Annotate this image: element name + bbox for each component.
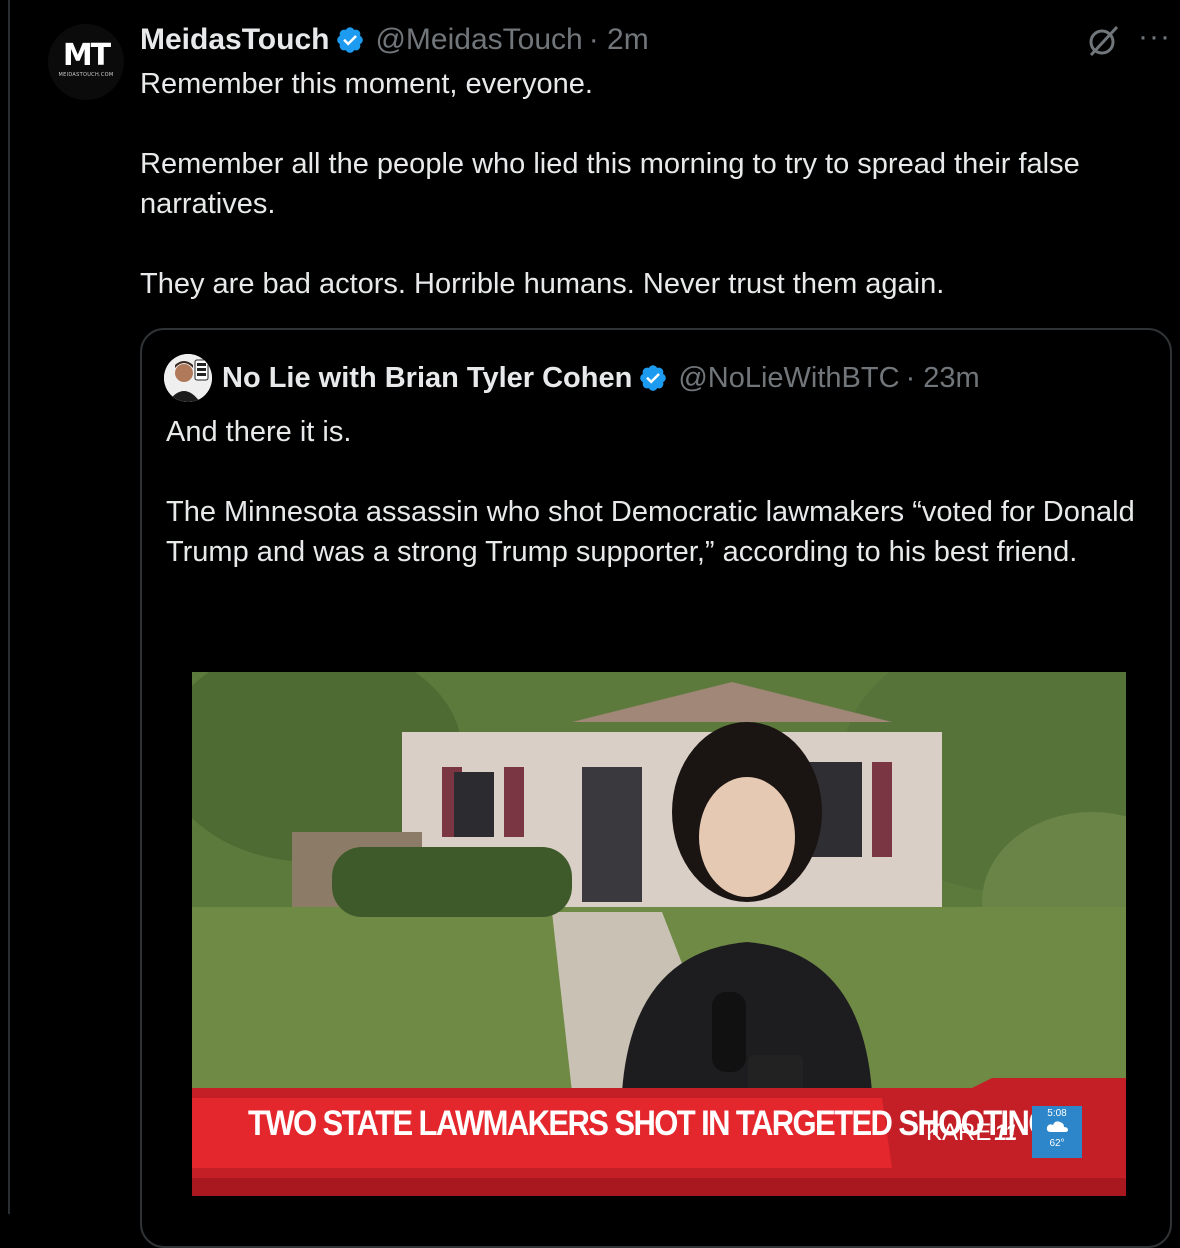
more-icon[interactable]: ··· bbox=[1138, 22, 1171, 52]
tweet-timestamp[interactable]: · 2m bbox=[589, 20, 649, 60]
quoted-tweet-paragraph: The Minnesota assassin who shot Democrat… bbox=[166, 496, 1135, 568]
station-logo: KARE 11 bbox=[926, 1119, 1017, 1147]
author-name[interactable]: MeidasTouch bbox=[140, 20, 329, 60]
quoted-author-handle[interactable]: @NoLieWithBTC bbox=[678, 358, 899, 398]
avatar-logo-subtext: MEIDASTOUCH.COM bbox=[58, 71, 114, 78]
quoted-tweet-paragraph: And there it is. bbox=[166, 416, 352, 448]
quoted-tweet-timestamp[interactable]: · 23m bbox=[906, 358, 980, 398]
grok-icon[interactable] bbox=[1086, 24, 1120, 58]
weather-time: 5:08 bbox=[1047, 1108, 1067, 1119]
weather-temperature: 62° bbox=[1049, 1138, 1065, 1149]
timeline-divider bbox=[8, 0, 10, 1214]
avatar-logo-text: MT bbox=[62, 37, 111, 73]
station-number: 11 bbox=[994, 1120, 1018, 1145]
author-handle[interactable]: @MeidasTouch bbox=[375, 20, 582, 60]
quoted-author-avatar[interactable] bbox=[164, 354, 212, 402]
tweet-paragraph: They are bad actors. Horrible humans. Ne… bbox=[140, 268, 945, 300]
tweet-paragraph: Remember this moment, everyone. bbox=[140, 68, 593, 100]
verified-badge-icon bbox=[337, 27, 364, 53]
quoted-tweet-header: No Lie with Brian Tyler Cohen @NoLieWith… bbox=[222, 358, 980, 398]
quoted-author-name[interactable]: No Lie with Brian Tyler Cohen bbox=[222, 358, 632, 398]
quoted-tweet-card[interactable]: No Lie with Brian Tyler Cohen @NoLieWith… bbox=[140, 328, 1172, 1248]
avatar-portrait-icon bbox=[164, 354, 212, 402]
verified-badge-icon bbox=[640, 365, 667, 391]
video-thumbnail[interactable]: TWO STATE LAWMAKERS SHOT IN TARGETED SHO… bbox=[192, 672, 1126, 1196]
weather-box: 5:08 62° bbox=[1032, 1106, 1082, 1158]
tweet-header: MeidasTouch @MeidasTouch · 2m bbox=[140, 20, 649, 60]
tweet-paragraph: Remember all the people who lied this mo… bbox=[140, 148, 1080, 220]
cloud-icon bbox=[1046, 1121, 1068, 1132]
tweet-body: Remember this moment, everyone. Remember… bbox=[140, 64, 1160, 304]
author-avatar[interactable]: MT MEIDASTOUCH.COM bbox=[48, 24, 124, 100]
station-name: KARE bbox=[926, 1119, 992, 1146]
quoted-tweet-body: And there it is. The Minnesota assassin … bbox=[166, 412, 1156, 572]
